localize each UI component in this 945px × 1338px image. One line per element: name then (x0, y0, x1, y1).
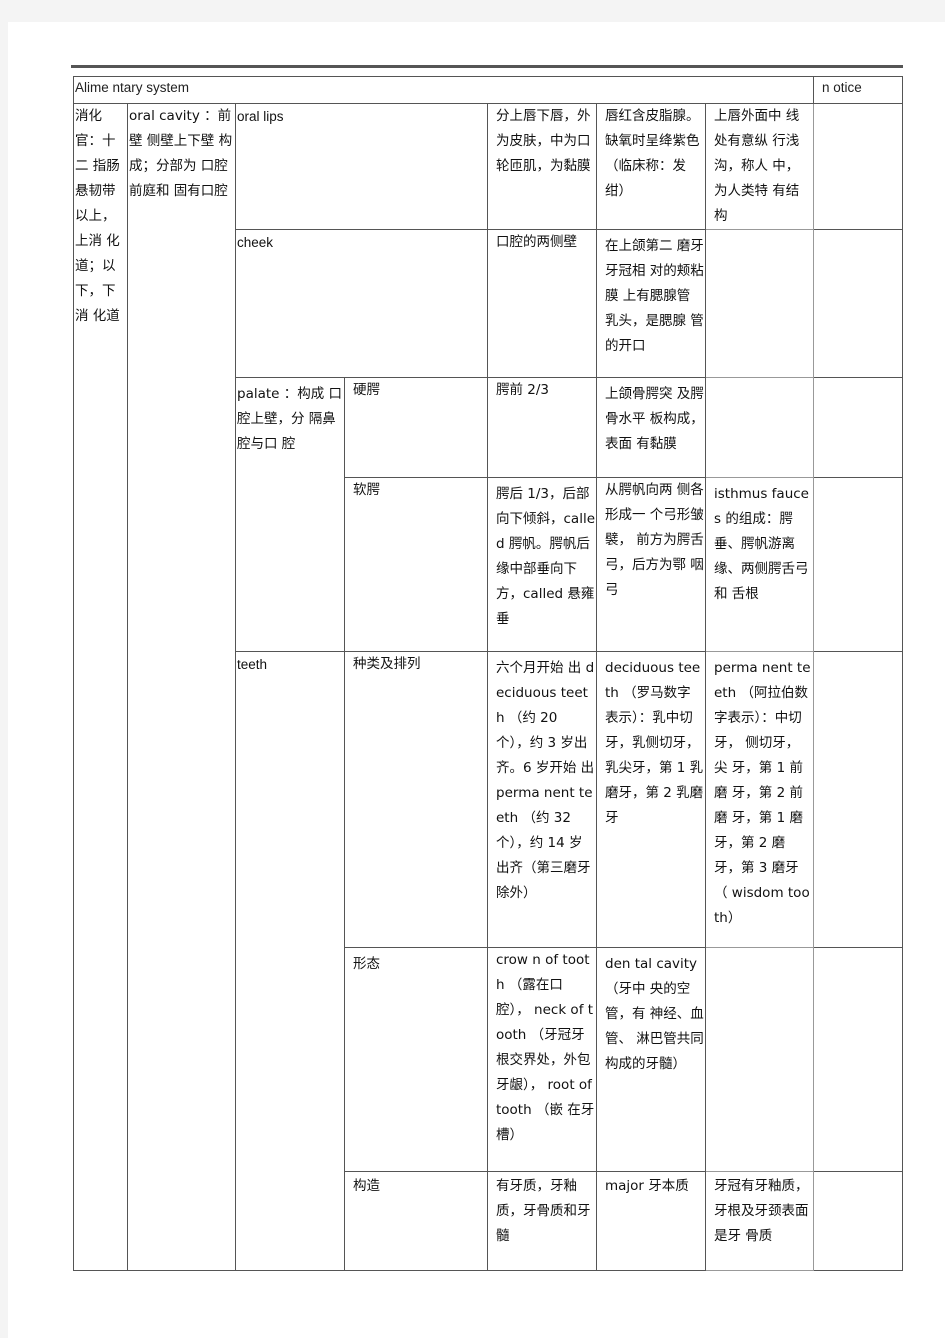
detail-cell: 唇红含皮脂腺。缺氧时呈绛紫色（临床称：发绀） (596, 103, 706, 230)
detail-cell: 口腔的两侧壁 (487, 229, 597, 378)
sub-part-cell: 软腭 (344, 477, 488, 652)
alimentary-system-table: Alime ntary system n otice 消化官：十二 指肠 悬韧带… (73, 76, 903, 1271)
part-cell: cheek (235, 229, 488, 378)
notice-cell (813, 651, 903, 948)
detail-cell: 腭后 1/3，后部向下倾斜，called 腭帆。腭帆后缘中部垂向下方，calle… (487, 477, 597, 652)
notice-cell (813, 229, 903, 378)
sub-part-cell: 种类及排列 (344, 651, 488, 948)
detail-cell: 分上唇下唇，外为皮肤，中为口轮匝肌，为黏膜 (487, 103, 597, 230)
notice-cell (813, 947, 903, 1172)
detail-cell (705, 377, 814, 478)
part-cell: palate ：构成 口腔上壁，分 隔鼻腔与口 腔 (235, 377, 345, 652)
detail-cell: 有牙质，牙釉质，牙骨质和牙髓 (487, 1171, 597, 1271)
table-row: 消化官：十二 指肠 悬韧带以上，上消 化道；以 下，下消 化道 oral cav… (73, 103, 903, 1271)
notice-header: n otice (813, 76, 903, 104)
detail-cell (705, 229, 814, 378)
sub-part-cell: 硬腭 (344, 377, 488, 478)
notice-cell (813, 103, 903, 230)
detail-cell: 腭前 2/3 (487, 377, 597, 478)
detail-cell: crow n of tooth （露在口腔）， neck of tooth （牙… (487, 947, 597, 1172)
sub-part-cell: 构造 (344, 1171, 488, 1271)
digestive-organ-cell: 消化官：十二 指肠 悬韧带以上，上消 化道；以 下，下消 化道 (73, 103, 128, 1271)
oral-cavity-cell: oral cavity ：前壁 侧壁上下壁 构成；分部为 口腔前庭和 固有口腔 (127, 103, 236, 1271)
notice-cell (813, 477, 903, 652)
part-cell: oral lips (235, 103, 488, 230)
detail-cell: 上颌骨腭突 及腭骨水平 板构成，表面 有黏膜 (596, 377, 706, 478)
header-rule (71, 65, 903, 68)
detail-cell: 在上颌第二 磨牙牙冠相 对的颊粘膜 上有腮腺管 乳头，是腮腺 管的开口 (596, 229, 706, 378)
detail-cell: deciduous teeth （罗马数字表示）：乳中切牙，乳侧切牙，乳尖牙，第… (596, 651, 706, 948)
detail-cell (705, 947, 814, 1172)
detail-cell: 从腭帆向两 侧各形成一 个弓形皱襞， 前方为腭舌 弓，后方为鄂 咽弓 (596, 477, 706, 652)
sub-part-cell: 形态 (344, 947, 488, 1172)
table-title: Alime ntary system (73, 76, 814, 104)
detail-cell: major 牙本质 (596, 1171, 706, 1271)
detail-cell: den tal cavity （牙中 央的空管，有 神经、血管、 淋巴管共同 构… (596, 947, 706, 1172)
detail-cell: 上唇外面中 线处有意纵 行浅沟，称人 中，为人类特 有结构 (705, 103, 814, 230)
detail-cell: isthmus fauces 的组成：腭垂、腭帆游离缘、两侧腭舌弓和 舌根 (705, 477, 814, 652)
notice-cell (813, 377, 903, 478)
part-cell: teeth (235, 651, 345, 1271)
header-row: Alime ntary system n otice (73, 76, 903, 104)
notice-cell (813, 1171, 903, 1271)
detail-cell: perma nent teeth （阿拉伯数字表示）：中切牙， 侧切牙，尖 牙，… (705, 651, 814, 948)
detail-cell: 六个月开始 出 deciduous teeth （约 20 个），约 3 岁出齐… (487, 651, 597, 948)
detail-cell: 牙冠有牙釉质，牙根及牙颈表面是牙 骨质 (705, 1171, 814, 1271)
